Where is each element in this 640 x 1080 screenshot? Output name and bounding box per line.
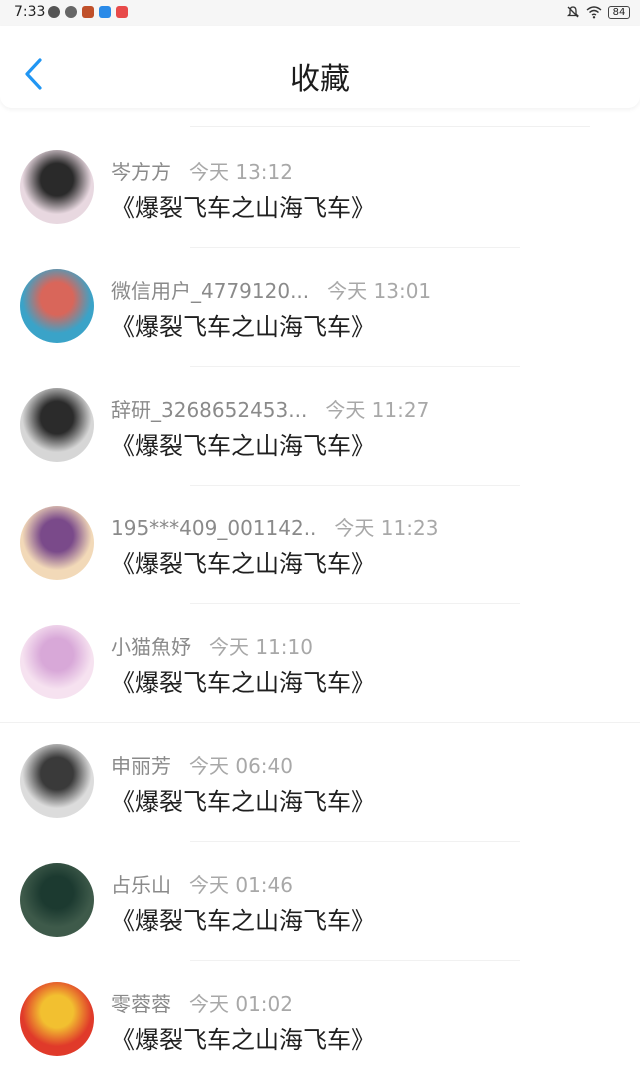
avatar[interactable] [20, 744, 94, 818]
avatar[interactable] [20, 150, 94, 224]
avatar[interactable] [20, 268, 94, 343]
favorite-title[interactable]: 《爆裂飞车之山海飞车》 [111, 901, 375, 936]
page-title: 收藏 [290, 62, 350, 97]
favorite-title[interactable]: 《爆裂飞车之山海飞车》 [111, 782, 375, 817]
user-name: 占乐山 [111, 872, 171, 897]
timestamp: 今天 13:01 [327, 278, 432, 303]
item-meta: 微信用户_4779120... 今天 13:01 [111, 275, 431, 304]
favorite-title[interactable]: 《爆裂飞车之山海飞车》 [111, 663, 375, 698]
item-meta: 辞研_3268652453... 今天 11:27 [111, 394, 429, 423]
favorite-title[interactable]: 《爆裂飞车之山海飞车》 [111, 426, 375, 461]
app-red-icon [116, 6, 128, 18]
favorite-title[interactable]: 《爆裂飞车之山海飞车》 [111, 1020, 375, 1055]
timestamp: 今天 06:40 [189, 754, 293, 778]
user-name: 小猫魚妤 [111, 635, 191, 660]
timestamp: 今天 01:02 [189, 991, 293, 1016]
timestamp: 今天 01:46 [189, 872, 293, 897]
item-meta: 申丽芳 今天 06:40 [111, 750, 293, 779]
app-icon [82, 6, 94, 18]
notification-icons [48, 6, 128, 18]
list-item[interactable]: 占乐山 今天 01:46 《爆裂飞车之山海飞车》 [0, 843, 640, 961]
mute-icon [566, 6, 580, 18]
item-meta: 195***409_001142.. 今天 11:23 [111, 512, 438, 541]
favorite-title[interactable]: 《爆裂飞车之山海飞车》 [111, 544, 375, 579]
favorite-title[interactable]: 《爆裂飞车之山海飞车》 [111, 188, 375, 223]
timestamp: 今天 13:12 [189, 160, 293, 184]
avatar[interactable] [20, 625, 94, 700]
favorite-title[interactable]: 《爆裂飞车之山海飞车》 [111, 307, 375, 342]
status-time: 7:33 [14, 4, 46, 20]
user-name: 岑方方 [111, 160, 171, 184]
app-header: 收藏 [0, 26, 640, 108]
list-item[interactable]: 小猫魚妤 今天 11:10 《爆裂飞车之山海飞车》 [0, 605, 640, 724]
battery-icon: 84 [608, 5, 630, 19]
avatar[interactable] [20, 387, 94, 462]
user-name: 申丽芳 [111, 754, 171, 778]
user-name: 零蓉蓉 [111, 991, 171, 1016]
timestamp: 今天 11:27 [325, 397, 430, 422]
item-meta: 零蓉蓉 今天 01:02 [111, 988, 293, 1017]
avatar[interactable] [20, 862, 94, 937]
avatar[interactable] [20, 506, 94, 581]
avatar[interactable] [20, 981, 94, 1056]
divider [190, 126, 590, 127]
browser-icon [65, 6, 77, 18]
timestamp: 今天 11:23 [334, 516, 439, 541]
list-item[interactable]: 零蓉蓉 今天 01:02 《爆裂飞车之山海飞车》 [0, 962, 640, 1080]
user-name: 辞研_3268652453... [111, 397, 308, 422]
list-item[interactable]: 岑方方 今天 13:12 《爆裂飞车之山海飞车》 [0, 130, 640, 248]
wifi-icon [586, 6, 602, 19]
status-indicators: 84 [566, 5, 630, 19]
timestamp: 今天 11:10 [209, 635, 313, 660]
wechat-icon [48, 6, 60, 18]
item-meta: 占乐山 今天 01:46 [111, 869, 293, 898]
list-item[interactable]: 微信用户_4779120... 今天 13:01 《爆裂飞车之山海飞车》 [0, 249, 640, 367]
cloud-icon [99, 6, 111, 18]
user-name: 195***409_001142.. [111, 516, 317, 541]
item-meta: 岑方方 今天 13:12 [111, 156, 293, 185]
item-meta: 小猫魚妤 今天 11:10 [111, 631, 313, 660]
list-item[interactable]: 195***409_001142.. 今天 11:23 《爆裂飞车之山海飞车》 [0, 486, 640, 605]
list-item[interactable]: 辞研_3268652453... 今天 11:27 《爆裂飞车之山海飞车》 [0, 368, 640, 486]
user-name: 微信用户_4779120... [111, 278, 310, 303]
status-bar: 7:33 84 [0, 0, 640, 26]
list-item[interactable]: 申丽芳 今天 06:40 《爆裂飞车之山海飞车》 [0, 724, 640, 842]
